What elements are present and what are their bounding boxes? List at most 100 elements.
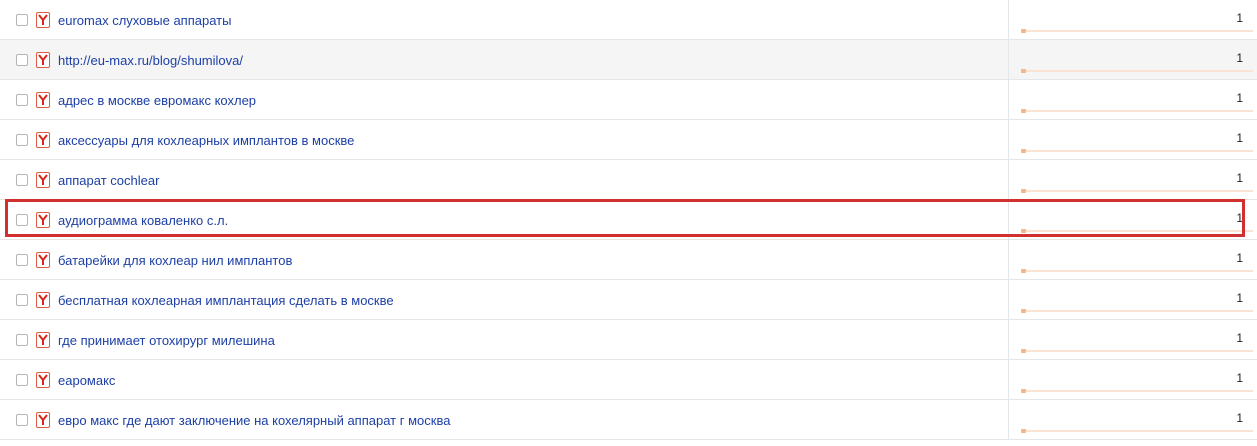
value-text: 1	[1236, 251, 1243, 265]
table-row: http://eu-max.ru/blog/shumilova/1	[0, 40, 1257, 80]
value-text: 1	[1236, 131, 1243, 145]
row-checkbox[interactable]	[16, 14, 28, 26]
query-link[interactable]: еаромакс	[58, 373, 115, 388]
value-cell: 1	[1009, 160, 1257, 200]
value-cell: 1	[1009, 240, 1257, 280]
query-cell: адрес в москве евромакс кохлер	[0, 80, 1009, 120]
query-link[interactable]: euromax слуховые аппараты	[58, 13, 231, 28]
yandex-icon	[36, 412, 50, 428]
query-link[interactable]: аксессуары для кохлеарных имплантов в мо…	[58, 133, 354, 148]
value-cell: 1	[1009, 120, 1257, 160]
value-bar-track	[1021, 229, 1253, 233]
yandex-icon	[36, 12, 50, 28]
value-cell: 1	[1009, 200, 1257, 240]
query-link[interactable]: аудиограмма коваленко с.л.	[58, 213, 228, 228]
value-cell: 1	[1009, 400, 1257, 440]
value-text: 1	[1236, 411, 1243, 425]
table-row: где принимает отохирург милешина 1	[0, 320, 1257, 360]
value-cell: 1	[1009, 280, 1257, 320]
value-bar-track	[1021, 389, 1253, 393]
table-row: аппарат cochlear 1	[0, 160, 1257, 200]
value-cell: 1	[1009, 80, 1257, 120]
value-bar-track	[1021, 429, 1253, 433]
value-bar-track	[1021, 349, 1253, 353]
yandex-icon	[36, 92, 50, 108]
value-text: 1	[1236, 331, 1243, 345]
value-bar-track	[1021, 309, 1253, 313]
row-checkbox[interactable]	[16, 94, 28, 106]
value-text: 1	[1236, 211, 1243, 225]
yandex-icon	[36, 252, 50, 268]
table-row: батарейки для кохлеар нил имплантов 1	[0, 240, 1257, 280]
row-checkbox[interactable]	[16, 294, 28, 306]
query-cell: аппарат cochlear	[0, 160, 1009, 200]
value-bar-fill	[1021, 29, 1026, 33]
table-row: еаромакс 1	[0, 360, 1257, 400]
yandex-icon	[36, 172, 50, 188]
value-bar-fill	[1021, 309, 1026, 313]
value-bar-fill	[1021, 149, 1026, 153]
query-cell: еаромакс	[0, 360, 1009, 400]
value-bar-fill	[1021, 109, 1026, 113]
query-link[interactable]: аппарат cochlear	[58, 173, 159, 188]
query-link[interactable]: евро макс где дают заключение на кохеляр…	[58, 413, 450, 428]
row-checkbox[interactable]	[16, 414, 28, 426]
query-link[interactable]: http://eu-max.ru/blog/shumilova/	[58, 53, 243, 68]
query-cell: http://eu-max.ru/blog/shumilova/	[0, 40, 1009, 80]
query-cell: аксессуары для кохлеарных имплантов в мо…	[0, 120, 1009, 160]
query-cell: евро макс где дают заключение на кохеляр…	[0, 400, 1009, 440]
queries-table: euromax слуховые аппараты 1 http://eu-max.…	[0, 0, 1257, 440]
value-bar-track	[1021, 269, 1253, 273]
table-row: евро макс где дают заключение на кохеляр…	[0, 400, 1257, 440]
row-checkbox[interactable]	[16, 214, 28, 226]
query-link[interactable]: адрес в москве евромакс кохлер	[58, 93, 256, 108]
table-row: аксессуары для кохлеарных имплантов в мо…	[0, 120, 1257, 160]
yandex-icon	[36, 372, 50, 388]
row-checkbox[interactable]	[16, 174, 28, 186]
value-bar-track	[1021, 149, 1253, 153]
row-checkbox[interactable]	[16, 334, 28, 346]
row-checkbox[interactable]	[16, 54, 28, 66]
value-bar-fill	[1021, 429, 1026, 433]
value-cell: 1	[1009, 40, 1257, 80]
query-cell: euromax слуховые аппараты	[0, 0, 1009, 40]
value-bar-track	[1021, 109, 1253, 113]
value-text: 1	[1236, 51, 1243, 65]
value-text: 1	[1236, 11, 1243, 25]
row-checkbox[interactable]	[16, 254, 28, 266]
value-bar-track	[1021, 69, 1253, 73]
value-text: 1	[1236, 171, 1243, 185]
value-bar-fill	[1021, 189, 1026, 193]
query-link[interactable]: батарейки для кохлеар нил имплантов	[58, 253, 292, 268]
value-bar-fill	[1021, 269, 1026, 273]
query-cell: где принимает отохирург милешина	[0, 320, 1009, 360]
query-cell: бесплатная кохлеарная имплантация сделат…	[0, 280, 1009, 320]
query-cell: батарейки для кохлеар нил имплантов	[0, 240, 1009, 280]
query-link[interactable]: бесплатная кохлеарная имплантация сделат…	[58, 293, 394, 308]
value-bar-fill	[1021, 349, 1026, 353]
value-bar-fill	[1021, 69, 1026, 73]
value-cell: 1	[1009, 360, 1257, 400]
query-link[interactable]: где принимает отохирург милешина	[58, 333, 275, 348]
table-row: euromax слуховые аппараты 1	[0, 0, 1257, 40]
table-row: адрес в москве евромакс кохлер 1	[0, 80, 1257, 120]
value-text: 1	[1236, 291, 1243, 305]
yandex-icon	[36, 332, 50, 348]
value-cell: 1	[1009, 0, 1257, 40]
value-bar-track	[1021, 29, 1253, 33]
query-cell: аудиограмма коваленко с.л.	[0, 200, 1009, 240]
value-bar-fill	[1021, 229, 1026, 233]
value-text: 1	[1236, 371, 1243, 385]
value-bar-track	[1021, 189, 1253, 193]
yandex-icon	[36, 292, 50, 308]
table-row: аудиограмма коваленко с.л. 1	[0, 200, 1257, 240]
yandex-icon	[36, 52, 50, 68]
row-checkbox[interactable]	[16, 134, 28, 146]
table-row: бесплатная кохлеарная имплантация сделат…	[0, 280, 1257, 320]
row-checkbox[interactable]	[16, 374, 28, 386]
yandex-icon	[36, 212, 50, 228]
value-text: 1	[1236, 91, 1243, 105]
value-cell: 1	[1009, 320, 1257, 360]
yandex-icon	[36, 132, 50, 148]
value-bar-fill	[1021, 389, 1026, 393]
